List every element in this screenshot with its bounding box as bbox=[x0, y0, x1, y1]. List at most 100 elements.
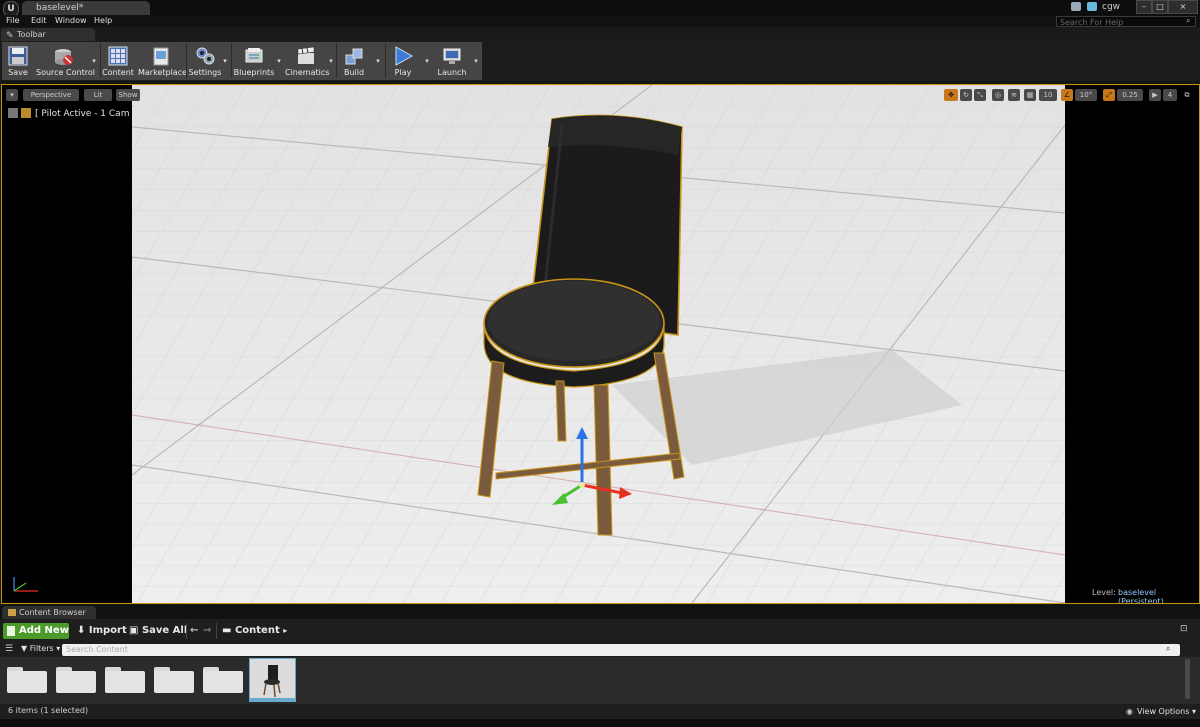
play-button[interactable]: Play bbox=[387, 42, 419, 80]
import-button[interactable]: ⬇ Import bbox=[77, 623, 127, 639]
toolbar-tab-row: ✎ Toolbar bbox=[0, 27, 1200, 41]
folder-item[interactable] bbox=[203, 667, 243, 693]
settings-button[interactable]: Settings bbox=[188, 42, 222, 80]
surface-snap-icon[interactable]: ≋ bbox=[1008, 89, 1020, 101]
source-control-dropdown-chevron-icon[interactable]: ▾ bbox=[90, 42, 98, 80]
toolbar-separator bbox=[385, 44, 386, 78]
view-options-button[interactable]: View Options ▾ bbox=[1137, 707, 1196, 716]
maximize-viewport-icon[interactable]: ⧉ bbox=[1182, 89, 1192, 101]
build-dropdown-chevron-icon[interactable]: ▾ bbox=[374, 42, 382, 80]
translate-mode-icon[interactable]: ✥ bbox=[944, 89, 958, 101]
eject-pilot-icon[interactable] bbox=[21, 108, 31, 118]
asset-view[interactable] bbox=[0, 657, 1200, 704]
cinematics-label: Cinematics bbox=[285, 68, 330, 77]
scene-render[interactable] bbox=[131, 85, 1066, 603]
blueprints-dropdown-chevron-icon[interactable]: ▾ bbox=[275, 42, 283, 80]
close-button[interactable]: × bbox=[1168, 0, 1198, 14]
view-options-chevron-icon: ▾ bbox=[1189, 707, 1196, 716]
cinematics-icon bbox=[297, 46, 315, 64]
grid-snap-value[interactable]: 10 bbox=[1039, 89, 1057, 101]
folder-item[interactable] bbox=[154, 667, 194, 693]
content-browser-tab-row: Content Browser bbox=[0, 605, 1200, 619]
settings-label: Settings bbox=[188, 68, 222, 77]
content-button[interactable]: Content bbox=[102, 42, 134, 80]
content-label: Content bbox=[102, 68, 134, 77]
folder-item[interactable] bbox=[7, 667, 47, 693]
folder-item[interactable] bbox=[105, 667, 145, 693]
pilot-camera-icon[interactable] bbox=[8, 108, 18, 118]
save-all-icon: ▣ bbox=[129, 625, 139, 636]
menu-edit[interactable]: Edit bbox=[31, 15, 47, 27]
add-new-button[interactable]: Add New ▾ bbox=[3, 623, 69, 651]
save-button[interactable]: Save bbox=[4, 42, 32, 80]
minimize-button[interactable]: – bbox=[1136, 0, 1152, 14]
menu-bar: File Edit Window Help bbox=[0, 15, 1200, 27]
menu-window[interactable]: Window bbox=[55, 15, 87, 27]
perspective-button[interactable]: Perspective bbox=[23, 89, 79, 101]
feedback-icon[interactable] bbox=[1071, 2, 1081, 11]
viewport-scene[interactable] bbox=[131, 85, 1066, 603]
play-dropdown-chevron-icon[interactable]: ▾ bbox=[423, 42, 431, 80]
filters-label: Filters bbox=[29, 644, 54, 653]
settings-dropdown-chevron-icon[interactable]: ▾ bbox=[221, 42, 229, 80]
show-button[interactable]: Show bbox=[116, 89, 140, 101]
path-chevron-right-icon: ▸ bbox=[283, 626, 288, 635]
world-local-icon[interactable]: ◎ bbox=[992, 89, 1004, 101]
settings-icon bbox=[196, 47, 215, 65]
filters-chevron-icon: ▾ bbox=[56, 644, 61, 653]
launch-button[interactable]: Launch bbox=[434, 42, 470, 80]
save-all-button[interactable]: ▣ Save All bbox=[129, 623, 187, 639]
blueprints-button[interactable]: Blueprints bbox=[233, 42, 275, 80]
marketplace-button[interactable]: Marketplace bbox=[138, 42, 187, 80]
lock-icon[interactable]: ⊡ bbox=[1180, 624, 1192, 636]
content-browser-tab[interactable]: Content Browser bbox=[2, 606, 96, 619]
cinematics-dropdown-chevron-icon[interactable]: ▾ bbox=[327, 42, 335, 80]
source-control-label: Source Control bbox=[36, 68, 95, 77]
chair-asset-thumbnail[interactable] bbox=[249, 658, 296, 702]
lit-button[interactable]: Lit bbox=[84, 89, 112, 101]
document-tab[interactable]: baselevel* bbox=[22, 1, 150, 15]
rotation-snap-value[interactable]: 10° bbox=[1075, 89, 1097, 101]
path-content[interactable]: ▬ Content ▸ bbox=[222, 623, 287, 639]
menu-file[interactable]: File bbox=[6, 15, 19, 27]
scale-snap-icon[interactable]: ⤢ bbox=[1103, 89, 1115, 101]
scale-snap-value[interactable]: 0.25 bbox=[1117, 89, 1143, 101]
help-search-input[interactable]: Search For Help bbox=[1056, 16, 1196, 27]
rotate-mode-icon[interactable]: ↻ bbox=[960, 89, 972, 101]
level-label: Level: bbox=[1092, 588, 1116, 597]
menu-help[interactable]: Help bbox=[94, 15, 112, 27]
toolbar-separator bbox=[100, 44, 101, 78]
rotation-snap-icon[interactable]: ∠ bbox=[1061, 89, 1073, 101]
filters-button[interactable]: ▼ Filters ▾ bbox=[21, 644, 60, 653]
grid-snap-icon[interactable]: ▦ bbox=[1024, 89, 1036, 101]
build-icon bbox=[345, 48, 363, 65]
launch-dropdown-chevron-icon[interactable]: ▾ bbox=[472, 42, 480, 80]
camera-speed-icon[interactable]: ▶ bbox=[1149, 89, 1161, 101]
new-asset-icon bbox=[7, 626, 15, 636]
toolbar-tab[interactable]: ✎ Toolbar bbox=[1, 28, 95, 41]
search-icon: ⌕ bbox=[1186, 16, 1191, 25]
path-folder-icon: ▬ bbox=[222, 625, 232, 636]
filter-funnel-icon: ▼ bbox=[21, 644, 28, 653]
content-search-icon: ⌕ bbox=[1166, 644, 1171, 653]
level-viewport[interactable]: ▾ Perspective Lit Show [ Pilot Active - … bbox=[1, 84, 1200, 604]
folder-item[interactable] bbox=[56, 667, 96, 693]
source-control-status-icon[interactable] bbox=[1087, 2, 1097, 11]
viewport-options-chevron-icon[interactable]: ▾ bbox=[6, 89, 18, 101]
content-search-input[interactable]: Search Content bbox=[62, 644, 1180, 656]
sources-panel-toggle-icon[interactable]: ☰ bbox=[5, 644, 13, 654]
source-control-button[interactable]: Source Control bbox=[36, 42, 95, 80]
maximize-button[interactable]: □ bbox=[1152, 0, 1168, 14]
level-name: baselevel (Persistent) bbox=[1118, 588, 1164, 604]
toolbar-separator bbox=[186, 623, 187, 639]
toolbar-separator bbox=[216, 623, 217, 639]
cinematics-button[interactable]: Cinematics bbox=[285, 42, 330, 80]
back-arrow-icon[interactable]: ← bbox=[190, 623, 198, 639]
scale-mode-icon[interactable]: ⤡ bbox=[974, 89, 986, 101]
build-button[interactable]: Build bbox=[338, 42, 370, 80]
asset-scrollbar[interactable] bbox=[1185, 659, 1190, 699]
import-label: Import bbox=[88, 625, 127, 636]
forward-arrow-icon[interactable]: → bbox=[203, 623, 211, 639]
blueprints-icon bbox=[245, 48, 263, 63]
camera-speed-value[interactable]: 4 bbox=[1163, 89, 1177, 101]
